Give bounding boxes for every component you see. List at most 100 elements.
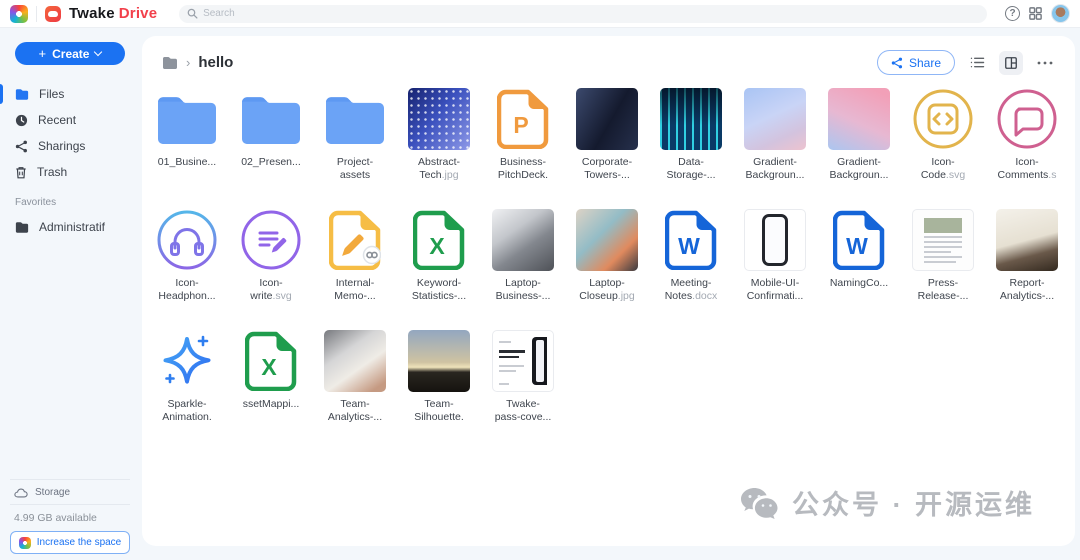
file-thumbnail [156, 329, 218, 393]
document-icon: W [665, 210, 717, 270]
circle-icon [156, 209, 218, 271]
file-item[interactable]: XssetMappi... [229, 329, 313, 424]
sidebar-item-label: Sharings [38, 139, 85, 153]
apps-grid-icon[interactable] [1028, 6, 1043, 21]
file-thumbnail: W [665, 208, 717, 272]
top-bar: Twake Drive ? [0, 0, 1080, 28]
list-view-button[interactable] [965, 51, 989, 75]
sidebar-item-sharings[interactable]: Sharings [0, 133, 140, 159]
file-thumbnail [744, 208, 806, 272]
file-thumbnail [912, 208, 974, 272]
share-button[interactable]: Share [877, 50, 955, 75]
file-item[interactable]: PBusiness-PitchDeck. [481, 87, 565, 182]
file-item[interactable]: Laptop-Business-... [481, 208, 565, 303]
image-thumbnail [408, 330, 470, 392]
document-icon: X [245, 331, 297, 391]
grid-view-icon [1004, 56, 1018, 70]
trash-icon [15, 166, 27, 179]
file-thumbnail [240, 208, 302, 272]
sidebar-item-recent[interactable]: Recent [0, 107, 140, 133]
file-thumbnail [996, 208, 1058, 272]
create-button-label: Create [52, 47, 89, 61]
sidebar-item-label: Recent [38, 113, 76, 127]
increase-space-button[interactable]: Increase the space [10, 531, 130, 554]
file-thumbnail [660, 87, 722, 151]
image-thumbnail [828, 88, 890, 150]
svg-text:W: W [846, 233, 868, 259]
favorites-section-label: Favorites [15, 197, 140, 208]
more-options-button[interactable] [1033, 51, 1057, 75]
file-item[interactable]: Internal-Memo-... [313, 208, 397, 303]
file-thumbnail: P [497, 87, 549, 151]
file-item[interactable]: Gradient-Backgroun... [817, 87, 901, 182]
file-item[interactable]: Data-Storage-... [649, 87, 733, 182]
increase-space-label: Increase the space [37, 537, 122, 548]
file-thumbnail: X [413, 208, 465, 272]
file-thumbnail [324, 329, 386, 393]
file-item[interactable]: Gradient-Backgroun... [733, 87, 817, 182]
file-name: Gradient-Backgroun... [830, 156, 889, 182]
file-item[interactable]: Abstract-Tech.jpg [397, 87, 481, 182]
file-item[interactable]: Mobile-UI-Confirmati... [733, 208, 817, 303]
file-item[interactable]: 01_Busine... [145, 87, 229, 182]
watermark-text: 公众号 · 开源运维 [792, 483, 1035, 522]
circle-icon [912, 88, 974, 150]
file-name: 01_Busine... [158, 156, 216, 169]
file-item[interactable]: Sparkle-Animation. [145, 329, 229, 424]
share-icon [15, 140, 28, 153]
file-name: Gradient-Backgroun... [746, 156, 805, 182]
file-item[interactable]: XKeyword-Statistics-... [397, 208, 481, 303]
file-item[interactable]: Team-Silhouette. [397, 329, 481, 424]
file-item[interactable]: Report-Analytics-... [985, 208, 1069, 303]
file-item[interactable]: 02_Presen... [229, 87, 313, 182]
file-item[interactable]: Icon-write.svg [229, 208, 313, 303]
file-item[interactable]: Icon-Comments.s [985, 87, 1069, 182]
file-item[interactable]: WMeeting-Notes.docx [649, 208, 733, 303]
search-input[interactable] [203, 8, 979, 19]
document-icon: P [497, 89, 549, 149]
sidebar-item-trash[interactable]: Trash [0, 159, 140, 185]
image-thumbnail [912, 209, 974, 271]
file-name: Data-Storage-... [666, 156, 715, 182]
app-launcher-icon[interactable] [10, 5, 28, 23]
file-item[interactable]: Icon-Headphon... [145, 208, 229, 303]
twake-logo-icon[interactable] [45, 6, 61, 22]
file-item[interactable]: Project-assets [313, 87, 397, 182]
file-thumbnail [912, 87, 974, 151]
document-icon [329, 210, 381, 270]
image-thumbnail [324, 330, 386, 392]
sidebar-item-files[interactable]: Files [0, 81, 140, 107]
chevron-down-icon [94, 48, 102, 56]
file-name: Project-assets [337, 156, 373, 182]
file-item[interactable]: Twake-pass-cove... [481, 329, 565, 424]
help-icon[interactable]: ? [1005, 6, 1020, 21]
file-item[interactable]: WNamingCo... [817, 208, 901, 303]
file-item[interactable]: Press-Release-... [901, 208, 985, 303]
file-name: Corporate-Towers-... [582, 156, 632, 182]
sidebar-item-administratif[interactable]: Administratif [0, 214, 140, 240]
file-thumbnail [156, 208, 218, 272]
file-item[interactable]: Icon-Code.svg [901, 87, 985, 182]
create-button[interactable]: + Create [15, 42, 125, 65]
file-thumbnail [324, 87, 386, 151]
image-thumbnail [744, 209, 806, 271]
file-item[interactable]: Team-Analytics-... [313, 329, 397, 424]
file-item[interactable]: Laptop-Closeup.jpg [565, 208, 649, 303]
share-icon [891, 57, 903, 69]
sidebar: + Create Files Recent Sharings Trash [0, 28, 140, 560]
file-item[interactable]: Corporate-Towers-... [565, 87, 649, 182]
file-name: Icon-write.svg [250, 277, 291, 303]
folder-icon [324, 94, 386, 144]
svg-text:X: X [429, 233, 445, 259]
search-bar[interactable] [179, 5, 987, 23]
file-thumbnail [408, 87, 470, 151]
plus-icon: + [39, 46, 47, 61]
file-name: Team-Silhouette. [414, 398, 464, 424]
breadcrumb[interactable]: › hello [162, 54, 233, 71]
wechat-icon [740, 487, 780, 519]
user-avatar[interactable] [1051, 4, 1070, 23]
folder-icon [15, 88, 29, 100]
file-thumbnail [492, 208, 554, 272]
storage-row: Storage [10, 479, 130, 504]
grid-view-button[interactable] [999, 51, 1023, 75]
